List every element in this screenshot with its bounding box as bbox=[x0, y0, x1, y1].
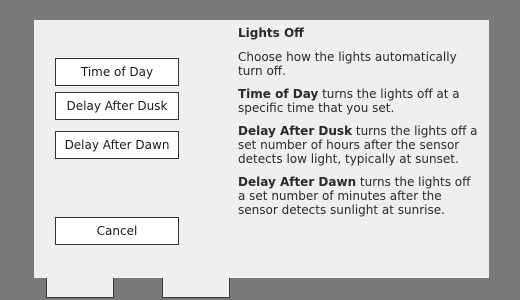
time-of-day-button[interactable]: Time of Day bbox=[55, 58, 179, 86]
delay-after-dusk-button[interactable]: Delay After Dusk bbox=[55, 92, 179, 120]
delay-after-dawn-button[interactable]: Delay After Dawn bbox=[55, 131, 179, 159]
term-delay-after-dawn: Delay After Dawn bbox=[238, 175, 357, 189]
intro-text: Choose how the lights automatically turn… bbox=[238, 50, 457, 78]
dialog-title: Lights Off bbox=[238, 26, 304, 40]
term-time-of-day: Time of Day bbox=[238, 87, 319, 101]
description-panel: Lights Off Choose how the lights automat… bbox=[238, 26, 480, 226]
delay-after-dawn-description: Delay After Dawn turns the lights off a … bbox=[238, 175, 480, 217]
cancel-button[interactable]: Cancel bbox=[55, 217, 179, 245]
delay-after-dusk-description: Delay After Dusk turns the lights off a … bbox=[238, 124, 480, 166]
time-of-day-description: Time of Day turns the lights off at a sp… bbox=[238, 87, 480, 115]
background-button-left bbox=[46, 278, 114, 298]
background-button-right bbox=[162, 278, 230, 298]
term-delay-after-dusk: Delay After Dusk bbox=[238, 124, 353, 138]
lights-off-dialog: Time of Day Delay After Dusk Delay After… bbox=[34, 20, 489, 278]
